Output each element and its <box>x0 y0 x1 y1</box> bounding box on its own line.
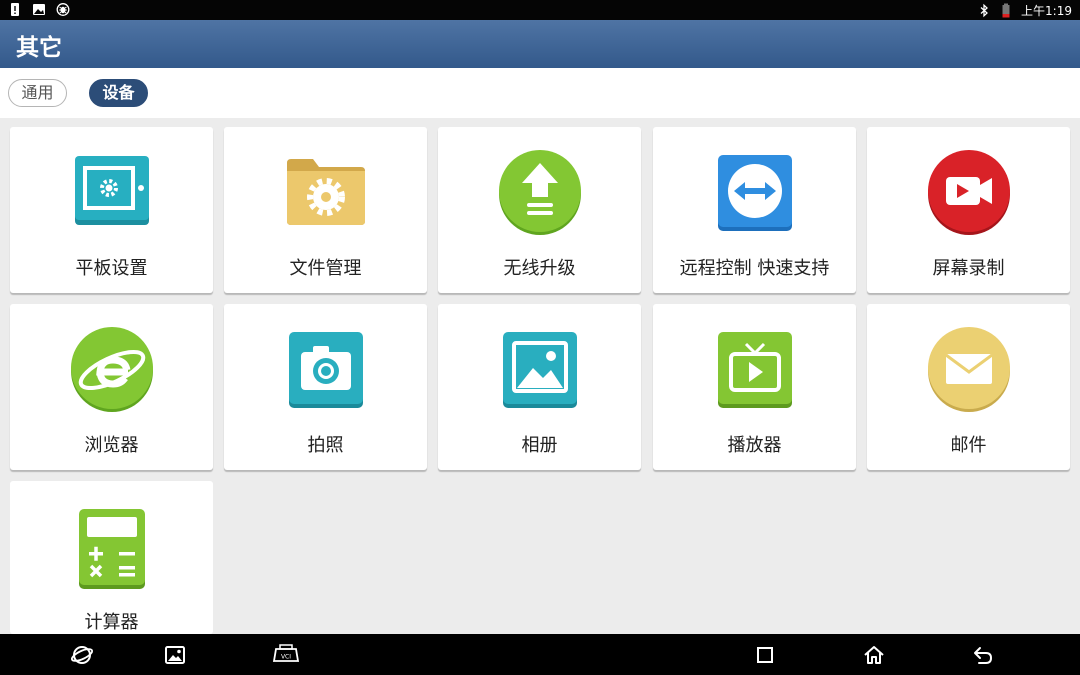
app-screen-record[interactable]: 屏幕录制 <box>867 127 1070 293</box>
app-file-manager[interactable]: 文件管理 <box>224 127 427 293</box>
app-tablet-settings[interactable]: 平板设置 <box>10 127 213 293</box>
envelope-icon <box>928 327 1010 412</box>
vci-connector-icon[interactable]: VCI <box>272 643 300 667</box>
camera-icon <box>289 332 363 408</box>
app-label: 平板设置 <box>75 258 148 279</box>
tv-play-icon <box>718 332 792 408</box>
recents-square-icon[interactable] <box>753 643 777 667</box>
tab-general[interactable]: 通用 <box>8 79 67 107</box>
app-label: 无线升级 <box>503 258 576 279</box>
bug-icon <box>56 3 70 16</box>
title-bar: 其它 <box>0 20 1080 68</box>
upload-arrow-icon <box>499 150 581 235</box>
app-label: 播放器 <box>727 435 782 456</box>
calculator-icon <box>79 509 145 589</box>
status-bar: 上午1:19 <box>0 0 1080 20</box>
app-remote-support[interactable]: 远程控制 快速支持 <box>653 127 856 293</box>
app-label: 屏幕录制 <box>932 258 1005 279</box>
browser-orbit-icon[interactable] <box>70 643 94 667</box>
teamviewer-arrows-icon <box>718 155 792 231</box>
tab-device[interactable]: 设备 <box>89 79 148 107</box>
app-player[interactable]: 播放器 <box>653 304 856 470</box>
gallery-small-icon[interactable] <box>163 643 187 667</box>
app-ota-update[interactable]: 无线升级 <box>438 127 641 293</box>
tablet-settings-icon <box>75 156 149 225</box>
home-icon[interactable] <box>862 643 886 667</box>
app-label: 邮件 <box>950 435 987 456</box>
image-icon <box>33 4 45 15</box>
app-label: 文件管理 <box>289 258 362 279</box>
app-camera[interactable]: 拍照 <box>224 304 427 470</box>
app-label: 计算器 <box>84 612 139 633</box>
gallery-icon <box>503 332 577 408</box>
app-label: 远程控制 快速支持 <box>679 258 830 279</box>
bluetooth-icon <box>980 3 989 18</box>
navigation-bar: VCI <box>0 634 1080 675</box>
back-icon[interactable] <box>971 643 995 667</box>
app-grid: 平板设置 文件管理 无线升级 远程控制 快速支持 屏幕录制 浏览器 拍照 相册 … <box>0 118 1080 634</box>
page-title: 其它 <box>16 35 62 61</box>
status-time: 上午1:19 <box>1021 4 1072 18</box>
battery-icon <box>1002 3 1010 18</box>
app-calculator[interactable]: 计算器 <box>10 481 213 634</box>
folder-gear-icon <box>287 159 365 225</box>
app-browser[interactable]: 浏览器 <box>10 304 213 470</box>
browser-e-icon <box>71 327 153 412</box>
tab-bar: 通用 设备 <box>0 68 1080 118</box>
video-camera-icon <box>928 150 1010 235</box>
app-label: 拍照 <box>307 435 344 456</box>
app-label: 相册 <box>521 435 558 456</box>
app-label: 浏览器 <box>84 435 139 456</box>
sim-alert-icon <box>11 3 19 16</box>
app-mail[interactable]: 邮件 <box>867 304 1070 470</box>
svg-text:VCI: VCI <box>281 654 291 661</box>
app-gallery[interactable]: 相册 <box>438 304 641 470</box>
